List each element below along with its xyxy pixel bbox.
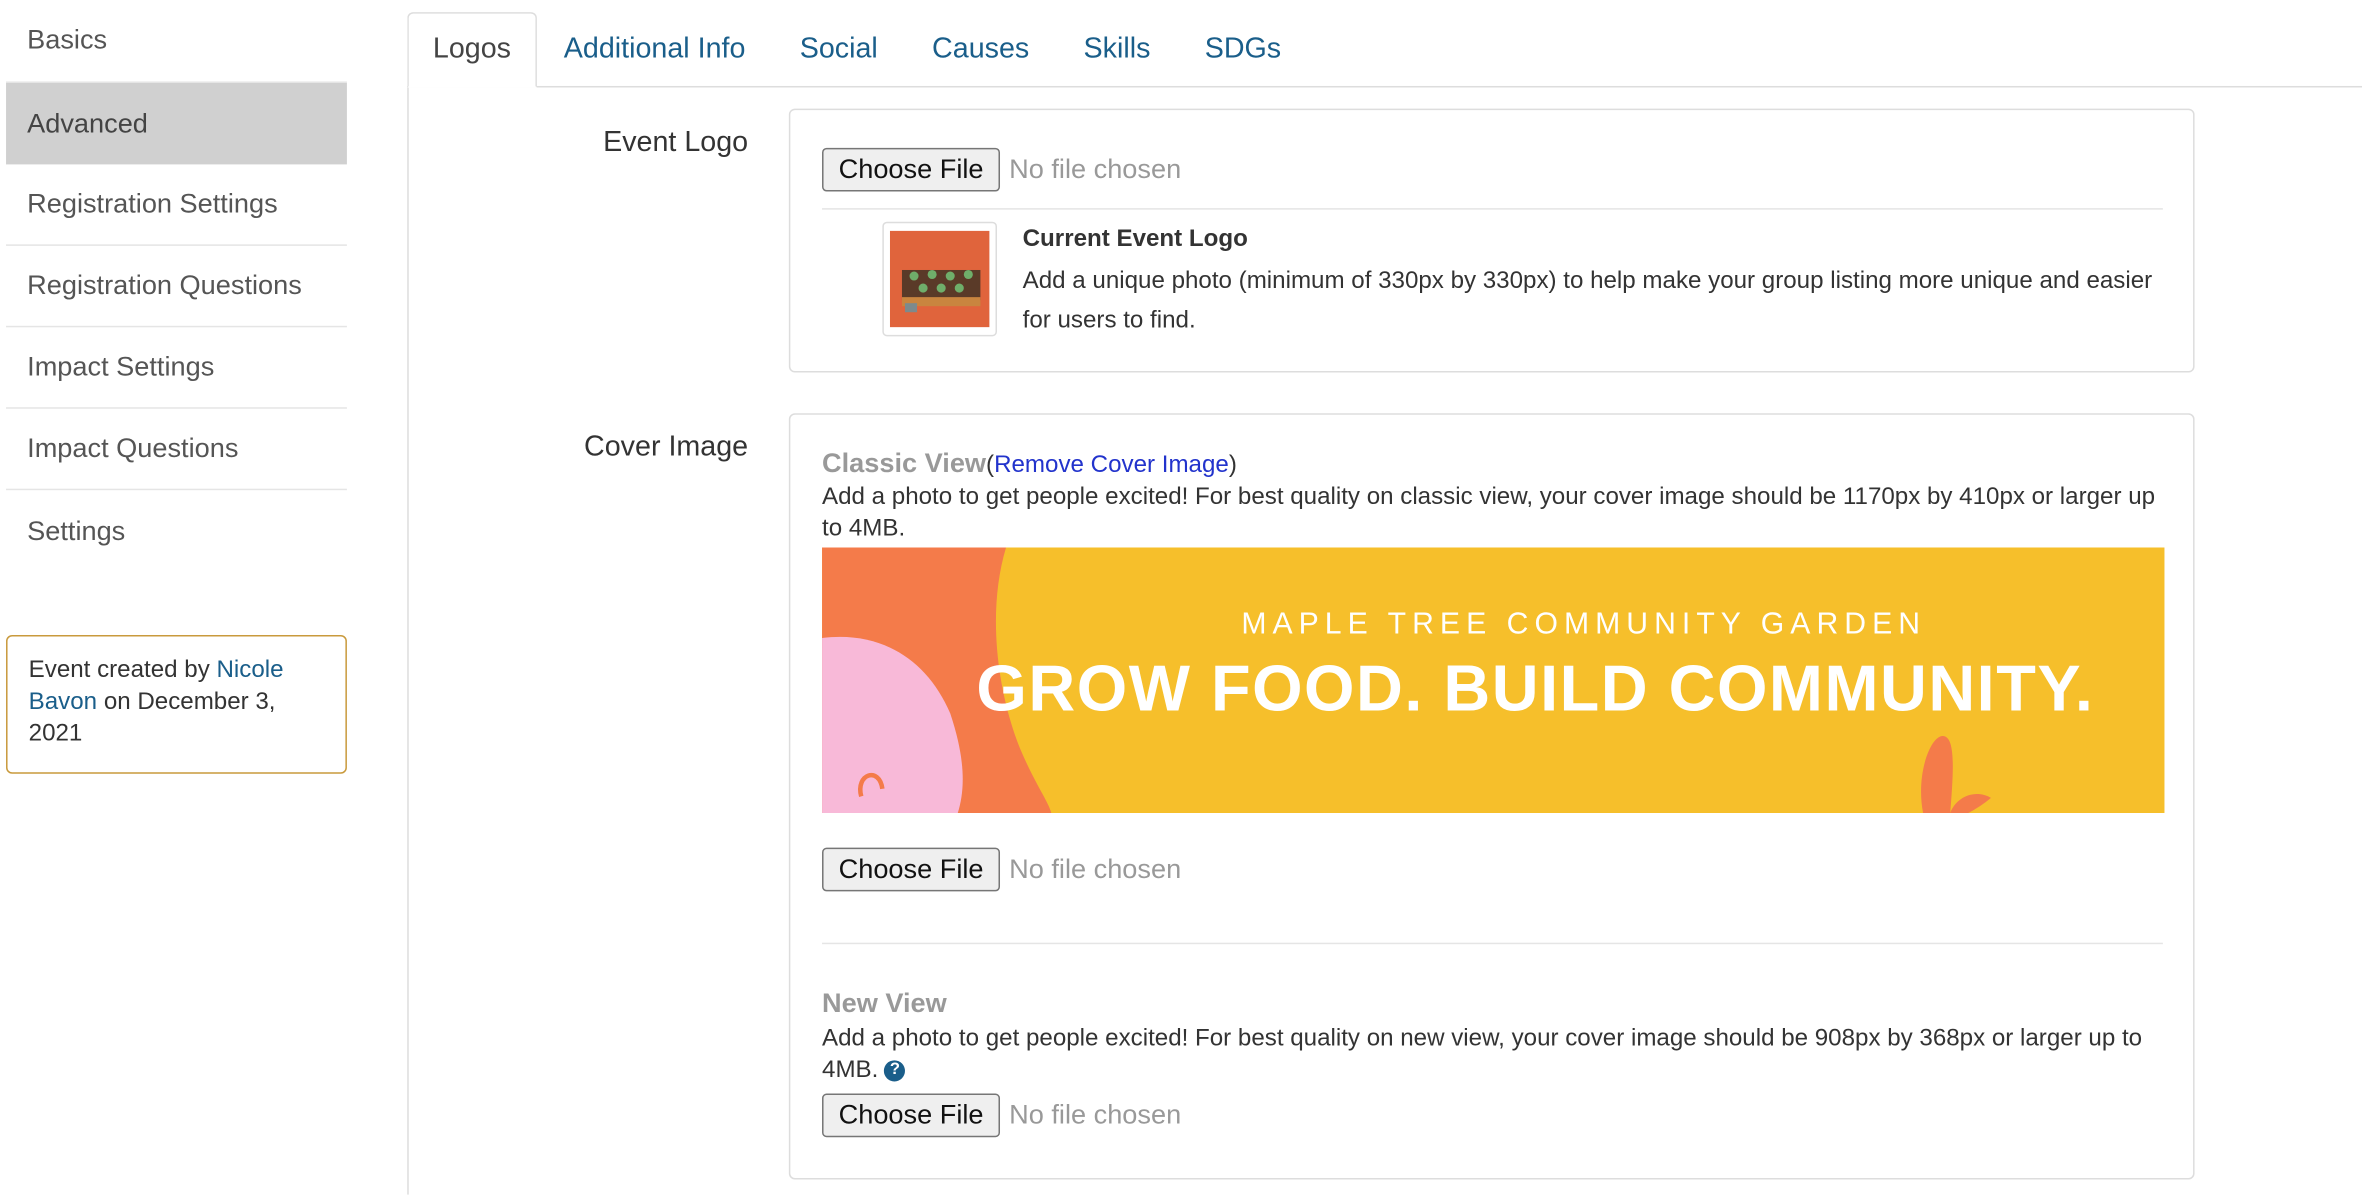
tab-logos[interactable]: Logos [407,12,537,88]
sidebar-item-label: Impact Questions [27,432,239,464]
tab-skills[interactable]: Skills [1056,12,1177,87]
sidebar-item-label: Advanced [27,107,148,139]
tab-sdgs[interactable]: SDGs [1178,12,1309,87]
sidebar-item-basics[interactable]: Basics [6,0,347,83]
banner-headline: GROW FOOD. BUILD COMMUNITY. [976,653,2095,726]
tab-label: Additional Info [563,33,746,65]
banner-subtitle: MAPLE TREE COMMUNITY GARDEN [1241,607,1927,642]
event-logo-label: Event Logo [603,126,749,159]
current-logo-title: Current Event Logo [1022,226,1248,252]
cover-image-panel: Classic View(Remove Cover Image) Add a p… [788,413,2195,1180]
new-file-status: No file chosen [1009,1099,1182,1130]
classic-view-section: Classic View(Remove Cover Image) Add a p… [822,447,2165,892]
tab-additional-info[interactable]: Additional Info [537,12,773,87]
new-view-title: New View [822,987,947,1019]
classic-file-input: Choose File No file chosen [822,847,2164,892]
tab-social[interactable]: Social [773,12,905,87]
sidebar-item-label: Impact Settings [27,351,215,382]
new-file-input: Choose File No file chosen [822,1093,2164,1138]
tab-causes[interactable]: Causes [905,12,1056,87]
created-prefix: Event created by [28,657,210,684]
content-border [407,85,409,1195]
sidebar-nav: Basics Advanced Registration Settings Re… [6,0,347,572]
event-logo-file-input: Choose File No file chosen [822,147,1182,192]
event-logo-choose-file-button[interactable]: Choose File [822,147,1001,192]
classic-view-title: Classic View [822,447,987,479]
sidebar-item-label: Settings [27,515,126,546]
event-created-info: Event created by Nicole Bavon on Decembe… [6,634,347,774]
garden-bed-logo-icon [889,230,990,328]
sidebar-item-label: Registration Settings [27,188,278,219]
event-logo-file-status: No file chosen [1009,153,1182,185]
current-logo-info: Current Event Logo Add a unique photo (m… [1023,226,2169,341]
tab-bar: Logos Additional Info Social Causes Skil… [407,12,2362,88]
tab-label: Social [799,33,878,65]
divider [822,942,2163,945]
cover-image-label: Cover Image [584,431,749,464]
sidebar-item-impact-questions[interactable]: Impact Questions [6,409,347,491]
sidebar-item-registration-settings[interactable]: Registration Settings [6,164,347,246]
new-choose-file-button[interactable]: Choose File [822,1093,1001,1138]
tab-label: Logos [432,33,511,65]
cover-image-preview: MAPLE TREE COMMUNITY GARDEN GROW FOOD. B… [822,547,2165,813]
event-logo-panel: Choose File No file chosen Current Event… [788,108,2195,373]
sidebar-item-impact-settings[interactable]: Impact Settings [6,327,347,409]
new-view-description: Add a photo to get people excited! For b… [822,1025,2143,1083]
divider [822,208,2163,210]
sidebar-item-settings[interactable]: Settings [6,490,347,571]
current-logo-description: Add a unique photo (minimum of 330px by … [1022,268,2153,334]
classic-file-status: No file chosen [1009,853,1182,884]
new-view-description-wrap: Add a photo to get people excited! For b… [822,1023,2164,1086]
paren-close: ) [1228,452,1237,479]
sidebar-item-registration-questions[interactable]: Registration Questions [6,246,347,328]
new-view-section: New View Add a photo to get people excit… [822,987,2164,1138]
classic-view-description: Add a photo to get people excited! For b… [822,484,2156,542]
remove-cover-image-link[interactable]: Remove Cover Image [994,452,1229,478]
tab-label: Causes [932,33,1030,65]
tab-label: Skills [1083,33,1151,65]
paren-open: ( [986,452,995,479]
sidebar-item-label: Registration Questions [27,269,302,301]
current-logo-thumbnail [882,221,997,337]
sidebar-item-advanced[interactable]: Advanced [6,82,347,165]
tab-label: SDGs [1204,33,1282,65]
classic-choose-file-button[interactable]: Choose File [822,847,1001,892]
help-icon[interactable]: ? [884,1059,906,1082]
sidebar-item-label: Basics [27,24,108,55]
